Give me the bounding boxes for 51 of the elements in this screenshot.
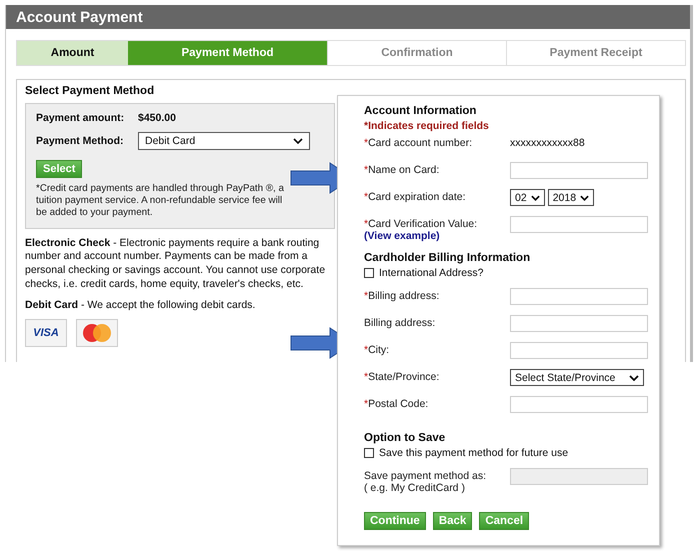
input-field[interactable]	[510, 216, 648, 233]
view-example-link[interactable]: (View example)	[364, 230, 510, 242]
input-field[interactable]	[510, 162, 648, 179]
checkbox-label: International Address?	[379, 267, 484, 279]
field-label: *State/Province:	[364, 371, 440, 383]
input-field[interactable]	[510, 288, 648, 305]
step-tab[interactable]: Amount	[17, 41, 128, 65]
chevron-icon	[629, 374, 639, 380]
step-tab[interactable]: Payment Method	[128, 41, 327, 65]
input-field[interactable]	[510, 315, 648, 332]
select-button[interactable]: Select	[36, 160, 82, 178]
required-note: *Indicates required fields	[364, 120, 490, 132]
form-button[interactable]: Back	[432, 512, 472, 530]
form-button[interactable]: Cancel	[479, 512, 530, 530]
window-title: Account Payment	[16, 8, 143, 26]
year-dropdown[interactable]: 2018	[548, 189, 594, 206]
section-title: Cardholder Billing Information	[364, 252, 532, 264]
card-number-value: xxxxxxxxxxxx88	[510, 136, 585, 149]
section-title: Account Information	[364, 105, 478, 117]
mastercard-icon	[76, 318, 118, 347]
method-dropdown[interactable]: Debit Card	[138, 132, 310, 150]
field-label: Save payment method as:	[364, 470, 487, 482]
chevron-icon	[530, 194, 540, 200]
visa-card-icon: VISA	[25, 318, 67, 347]
method-label: Payment Method:	[36, 135, 125, 147]
section-title: Option to Save	[364, 432, 446, 444]
amount-label: Payment amount:	[36, 112, 126, 124]
chevron-icon	[293, 138, 303, 144]
checkbox-label: Save this payment method for future use	[379, 447, 568, 459]
description-text: Electronic Check - Electronic payments require a bank routing number and account number. Payments can be made from a personal checking or savings account. You cannot use corporate checks, i.e. credit cards, home equity, traveler's checks, etc.	[25, 236, 326, 292]
section-title: Select Payment Method	[25, 85, 156, 97]
input-field[interactable]	[510, 342, 648, 359]
fee-note: *Credit card payments are handled through PayPath ®, a tuition payment service. A non-refundable service fee will be added to your payment.	[36, 183, 285, 220]
field-label: *Name on Card:	[364, 164, 440, 176]
checkbox[interactable]	[364, 448, 374, 458]
state-dropdown[interactable]: Select State/Province	[510, 369, 644, 386]
form-button[interactable]: Continue	[364, 512, 426, 530]
field-label: *Card expiration date:	[364, 191, 467, 203]
checkbox[interactable]	[364, 268, 374, 278]
field-label: *Card account number:	[364, 137, 473, 149]
field-label: *City:	[364, 344, 390, 356]
amount-value: $450.00	[138, 112, 176, 124]
field-hint: ( e.g. My CreditCard )	[364, 482, 466, 494]
field-label: *Card Verification Value:	[364, 218, 478, 230]
input-field[interactable]	[510, 396, 648, 413]
field-label: Billing address:	[364, 317, 436, 329]
description-text: Debit Card - We accept the following debit cards.	[25, 299, 256, 313]
month-dropdown[interactable]: 02	[510, 189, 545, 206]
field-label: *Billing address:	[364, 290, 440, 302]
chevron-icon	[580, 194, 590, 200]
field-label: *Postal Code:	[364, 398, 430, 410]
